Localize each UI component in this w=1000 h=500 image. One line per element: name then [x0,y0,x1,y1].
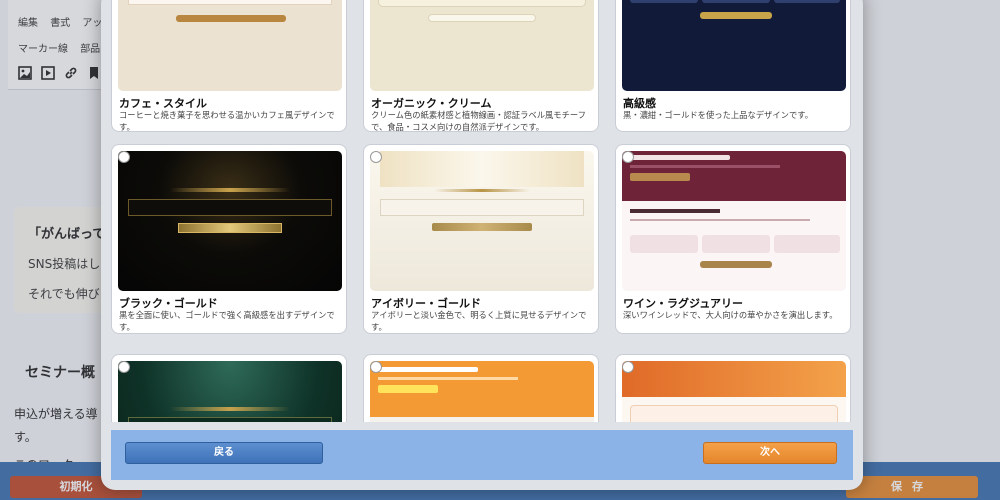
template-radio[interactable] [622,361,634,373]
template-card-luxury[interactable]: 高級感 黒・濃紺・ゴールドを使った上品なデザインです。 [615,0,851,132]
template-card-wine-luxury[interactable]: ワイン・ラグジュアリー 深いワインレッドで、大人向けの華やかさを演出します。 [615,144,851,334]
template-preview [370,0,594,91]
template-description: 深いワインレッドで、大人向けの華やかさを演出します。 [623,310,838,320]
template-radio[interactable] [370,151,382,163]
template-preview [118,151,342,291]
template-description: コーヒーと焼き菓子を思わせる温かいカフェ風デザインです。 [119,110,335,132]
template-description: クリーム色の紙素材感と植物線画・認証ラベル風モチーフで、食品・コスメ向けの自然派… [371,110,586,132]
template-description: 黒・濃紺・ゴールドを使った上品なデザインです。 [623,110,814,120]
template-radio[interactable] [118,151,130,163]
template-card-cafe[interactable]: カフェ・スタイル コーヒーと焼き菓子を思わせる温かいカフェ風デザインです。 [111,0,347,132]
next-button[interactable]: 次へ [703,442,837,464]
template-radio[interactable] [370,361,382,373]
template-description: アイボリーと淡い金色で、明るく上質に見せるデザインです。 [371,310,587,332]
template-preview [118,0,342,91]
template-card-sunset[interactable] [615,354,851,422]
template-picker-modal: カフェ・スタイル コーヒーと焼き菓子を思わせる温かいカフェ風デザインです。 オー… [101,0,863,490]
back-button[interactable]: 戻る [125,442,323,464]
template-preview [370,361,594,422]
template-radio[interactable] [622,151,634,163]
template-card-ivory-gold[interactable]: アイボリー・ゴールド アイボリーと淡い金色で、明るく上質に見せるデザインです。 [363,144,599,334]
template-preview [622,151,846,291]
template-card-orange[interactable] [363,354,599,422]
modal-footer: 戻る 次へ [111,430,853,480]
template-radio[interactable] [118,361,130,373]
template-preview [622,361,846,422]
template-preview [622,0,846,91]
template-preview [370,151,594,291]
template-grid: カフェ・スタイル コーヒーと焼き菓子を思わせる温かいカフェ風デザインです。 オー… [111,0,853,422]
template-card-green[interactable] [111,354,347,422]
template-preview [118,361,342,422]
template-description: 黒を全面に使い、ゴールドで強く高級感を出すデザインです。 [119,310,335,332]
template-card-organic-cream[interactable]: オーガニック・クリーム クリーム色の紙素材感と植物線画・認証ラベル風モチーフで、… [363,0,599,132]
template-card-black-gold[interactable]: ブラック・ゴールド 黒を全面に使い、ゴールドで強く高級感を出すデザインです。 [111,144,347,334]
